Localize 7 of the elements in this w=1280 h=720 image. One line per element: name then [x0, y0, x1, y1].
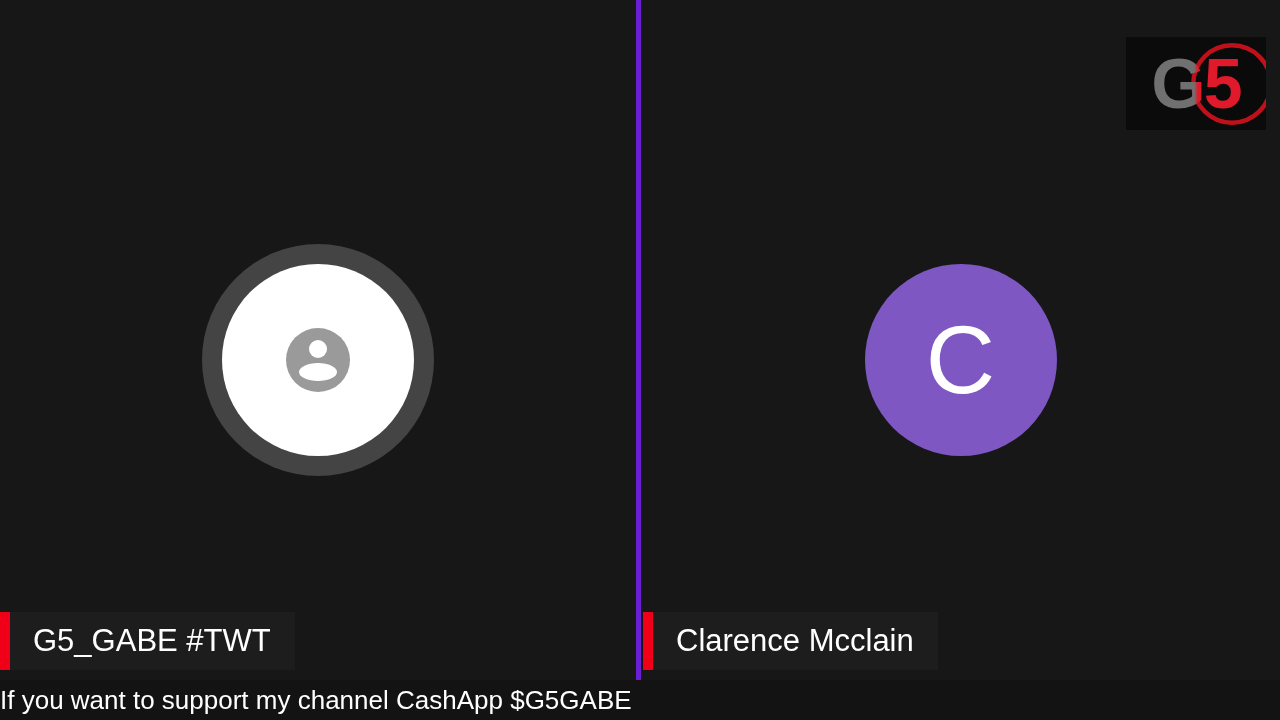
ticker-text: If you want to support my channel CashApp $G5GABE: [0, 680, 1280, 720]
person-icon: [286, 328, 350, 392]
name-tag: Clarence Mcclain: [653, 612, 938, 670]
avatar: C: [864, 264, 1057, 456]
tag-accent: [643, 612, 653, 670]
tag-accent: [0, 612, 10, 670]
name-tag: G5_GABE #TWT: [10, 612, 295, 670]
